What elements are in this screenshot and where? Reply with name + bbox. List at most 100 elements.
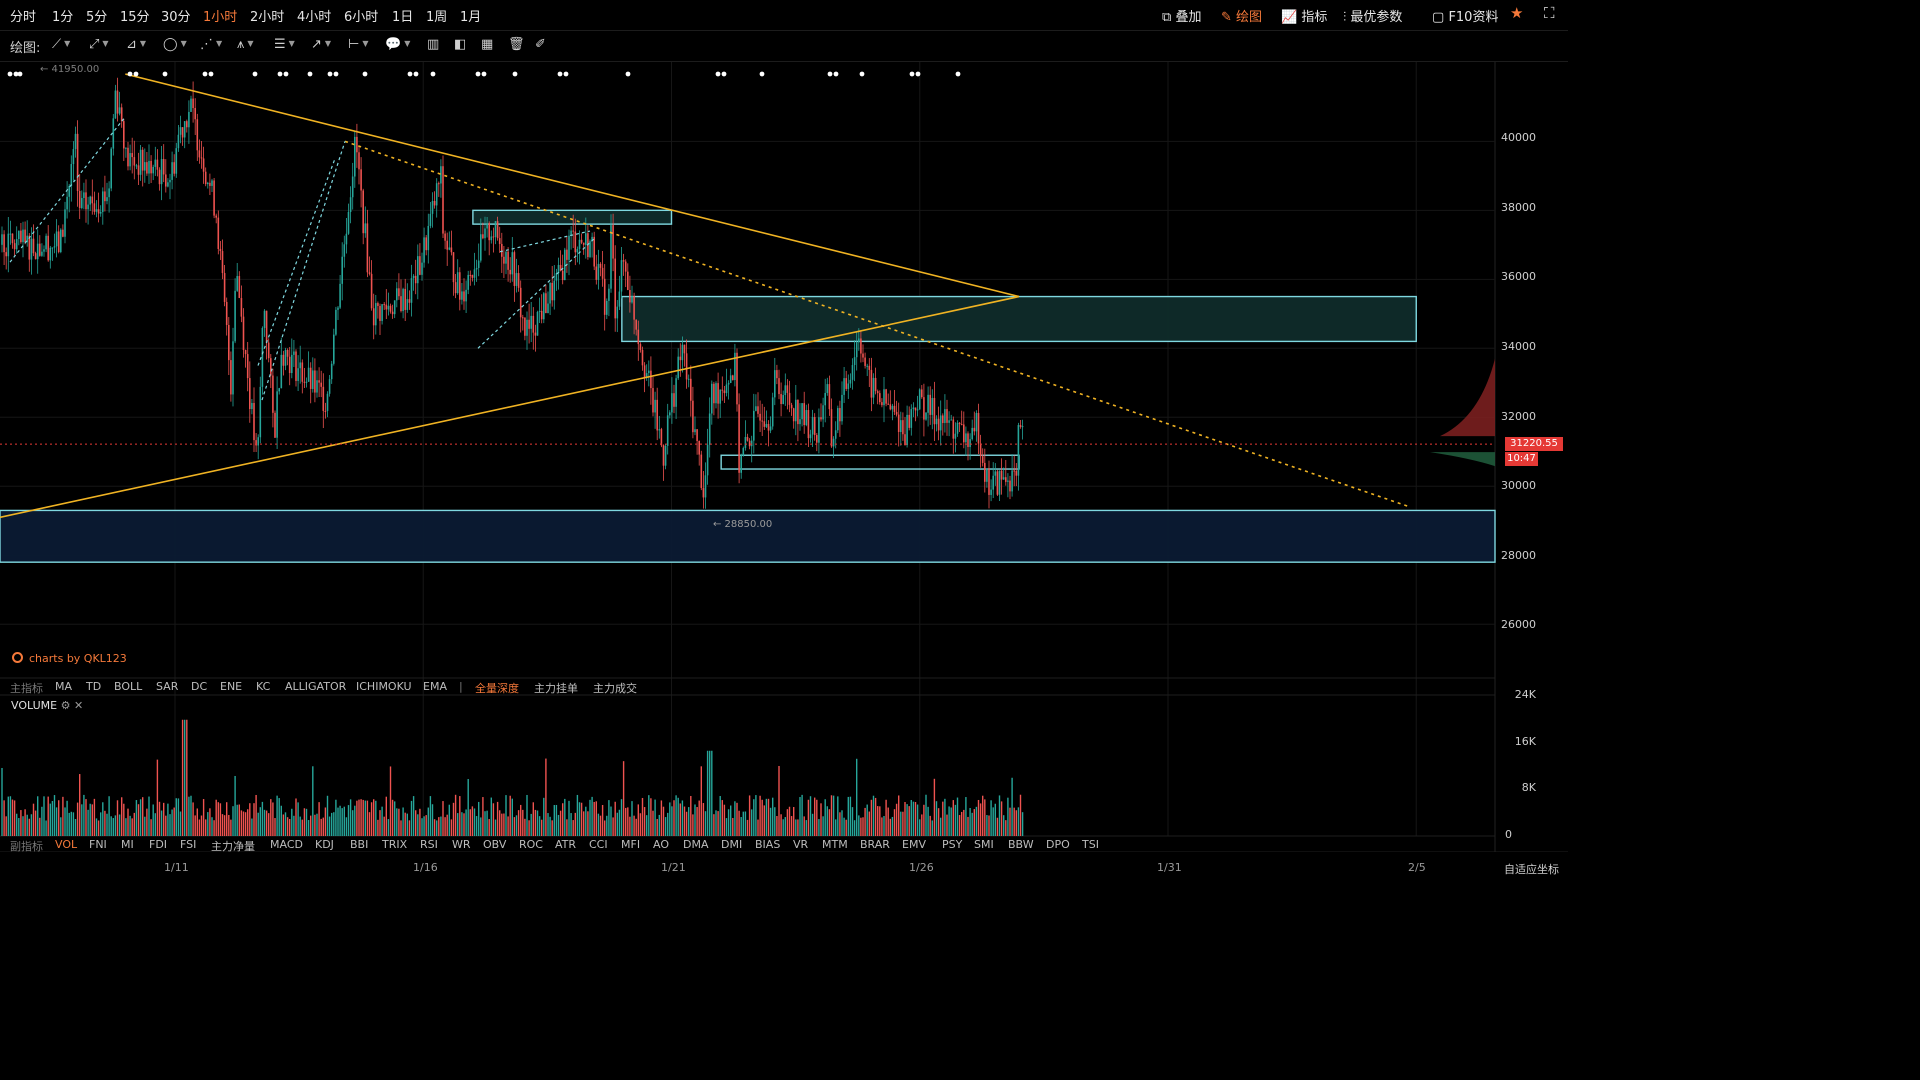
- timeframe-4h[interactable]: 4小时: [297, 6, 331, 25]
- helper-dashed-line: [257, 158, 336, 366]
- sub-indicator-mtm[interactable]: MTM: [822, 838, 848, 851]
- timeframe-1w[interactable]: 1周: [426, 6, 447, 25]
- sub-indicator-atr[interactable]: ATR: [555, 838, 576, 851]
- main-indicator-sar[interactable]: SAR: [156, 680, 178, 693]
- volume-bar: [832, 795, 835, 836]
- volume-bar: [814, 797, 816, 836]
- sub-indicator-ao[interactable]: AO: [653, 838, 669, 851]
- watermark: charts by QKL123: [12, 652, 127, 665]
- circle-tool-icon[interactable]: ◯ ▼: [163, 37, 187, 52]
- price-chart[interactable]: [0, 62, 1568, 852]
- volume-bar: [782, 819, 784, 836]
- main-indicator-ma[interactable]: MA: [55, 680, 72, 693]
- timeframe-5m[interactable]: 5分: [86, 6, 107, 25]
- zigzag-tool-icon[interactable]: ⋰ ▼: [200, 37, 222, 52]
- candle-body: [713, 383, 715, 404]
- main-indicator-main-orders[interactable]: 主力挂单: [534, 680, 578, 696]
- main-indicator-ene[interactable]: ENE: [220, 680, 242, 693]
- fullscreen-icon[interactable]: ⛶: [1544, 4, 1555, 22]
- sub-indicator-smi[interactable]: SMI: [974, 838, 994, 851]
- timeframe-1h[interactable]: 1小时: [203, 6, 237, 25]
- sub-indicator-wr[interactable]: WR: [452, 838, 471, 851]
- f10-button[interactable]: ▢ F10资料: [1432, 6, 1498, 25]
- candle-body: [102, 191, 104, 212]
- sub-indicator-dpo[interactable]: DPO: [1046, 838, 1070, 851]
- main-indicator-alligator[interactable]: ALLIGATOR: [285, 680, 346, 693]
- timeframe-30m[interactable]: 30分: [161, 6, 191, 25]
- timeframe-1mo[interactable]: 1月: [460, 6, 481, 25]
- volume-bar: [177, 798, 180, 836]
- sub-indicator-cci[interactable]: CCI: [589, 838, 608, 851]
- sub-indicator-emv[interactable]: EMV: [902, 838, 926, 851]
- sub-indicator-brar[interactable]: BRAR: [860, 838, 890, 851]
- range-tool-icon[interactable]: ◧: [454, 37, 466, 52]
- channel-tool-icon[interactable]: ⊿ ▼: [126, 37, 146, 52]
- sub-indicator-tsi[interactable]: TSI: [1082, 838, 1099, 851]
- bars-tool-icon[interactable]: ▥: [427, 37, 439, 52]
- sub-indicator-bias[interactable]: BIAS: [755, 838, 780, 851]
- sub-indicator-trix[interactable]: TRIX: [382, 838, 407, 851]
- main-indicator-dc[interactable]: DC: [191, 680, 207, 693]
- volume-bar: [364, 800, 366, 836]
- main-indicator-bar: 主指标 MA TD BOLL SAR DC ENE KC ALLIGATOR I…: [0, 678, 1495, 695]
- sub-indicator-roc[interactable]: ROC: [519, 838, 543, 851]
- fib-tool-icon[interactable]: ☰ ▼: [274, 37, 295, 52]
- volume-bar: [1009, 807, 1011, 836]
- sub-indicator-psy[interactable]: PSY: [942, 838, 962, 851]
- overlay-button[interactable]: ⧉ 叠加: [1162, 6, 1201, 25]
- main-indicator-ichimoku[interactable]: ICHIMOKU: [356, 680, 412, 693]
- sub-indicator-obv[interactable]: OBV: [483, 838, 506, 851]
- line-tool-icon[interactable]: ⟋ ▼: [52, 37, 70, 52]
- sub-indicator-fni[interactable]: FNI: [89, 838, 107, 851]
- candle-body: [990, 489, 992, 495]
- sub-indicator-kdj[interactable]: KDJ: [315, 838, 334, 851]
- measure-tool-icon[interactable]: ⊢ ▼: [348, 37, 368, 52]
- sub-indicator-vr[interactable]: VR: [793, 838, 808, 851]
- sub-indicator-macd[interactable]: MACD: [270, 838, 303, 851]
- draw-button[interactable]: ✎ 绘图: [1221, 6, 1262, 25]
- histogram-tool-icon[interactable]: ▦: [481, 37, 493, 52]
- indicators-button[interactable]: 📈 指标: [1281, 6, 1327, 25]
- candle-body: [477, 260, 480, 268]
- sub-indicator-bbi[interactable]: BBI: [350, 838, 368, 851]
- sub-indicator-bbw[interactable]: BBW: [1008, 838, 1034, 851]
- star-icon[interactable]: ★: [1510, 4, 1523, 22]
- candle-body: [318, 380, 320, 383]
- timeframe-1m[interactable]: 1分: [52, 6, 73, 25]
- sub-indicator-rsi[interactable]: RSI: [420, 838, 438, 851]
- main-indicator-ema[interactable]: EMA: [423, 680, 447, 693]
- main-indicator-kc[interactable]: KC: [256, 680, 270, 693]
- candle-body: [484, 228, 486, 239]
- close-icon[interactable]: ✕: [74, 699, 83, 712]
- sub-indicator-fdi[interactable]: FDI: [149, 838, 167, 851]
- sub-indicator-主力净量[interactable]: 主力净量: [211, 838, 255, 854]
- timeframe-15m[interactable]: 15分: [120, 6, 150, 25]
- sub-indicator-dmi[interactable]: DMI: [721, 838, 742, 851]
- timeframe-1d[interactable]: 1日: [392, 6, 413, 25]
- candle-body: [261, 327, 264, 387]
- sub-indicator-dma[interactable]: DMA: [683, 838, 709, 851]
- arrow-tool-icon[interactable]: ↗ ▼: [311, 37, 331, 52]
- sub-indicator-vol[interactable]: VOL: [55, 838, 77, 851]
- main-indicator-full-depth[interactable]: 全量深度: [475, 680, 519, 696]
- candle-body: [650, 370, 652, 389]
- auto-scale-toggle[interactable]: 自适应坐标: [1504, 861, 1559, 877]
- eraser-icon[interactable]: ✐: [535, 37, 546, 52]
- timeframe-2h[interactable]: 2小时: [250, 6, 284, 25]
- timeframe-fenshi[interactable]: 分时: [10, 6, 36, 25]
- volume-bar: [30, 814, 33, 836]
- main-indicator-boll[interactable]: BOLL: [114, 680, 142, 693]
- sub-indicator-mi[interactable]: MI: [121, 838, 134, 851]
- sub-indicator-fsi[interactable]: FSI: [180, 838, 196, 851]
- trash-icon[interactable]: 🗑: [508, 37, 525, 52]
- pattern-tool-icon[interactable]: ⩚ ▼: [237, 37, 254, 52]
- main-indicator-main-trades[interactable]: 主力成交: [593, 680, 637, 696]
- best-params-button[interactable]: ⫶ 最优参数: [1343, 6, 1402, 25]
- ray-tool-icon[interactable]: ⤢ ▼: [89, 37, 109, 52]
- main-indicator-td[interactable]: TD: [86, 680, 101, 693]
- comment-tool-icon[interactable]: 💬 ▼: [385, 37, 410, 52]
- sub-indicator-mfi[interactable]: MFI: [621, 838, 640, 851]
- timeframe-6h[interactable]: 6小时: [344, 6, 378, 25]
- candle-body: [141, 149, 144, 171]
- gear-icon[interactable]: ⚙: [61, 699, 71, 712]
